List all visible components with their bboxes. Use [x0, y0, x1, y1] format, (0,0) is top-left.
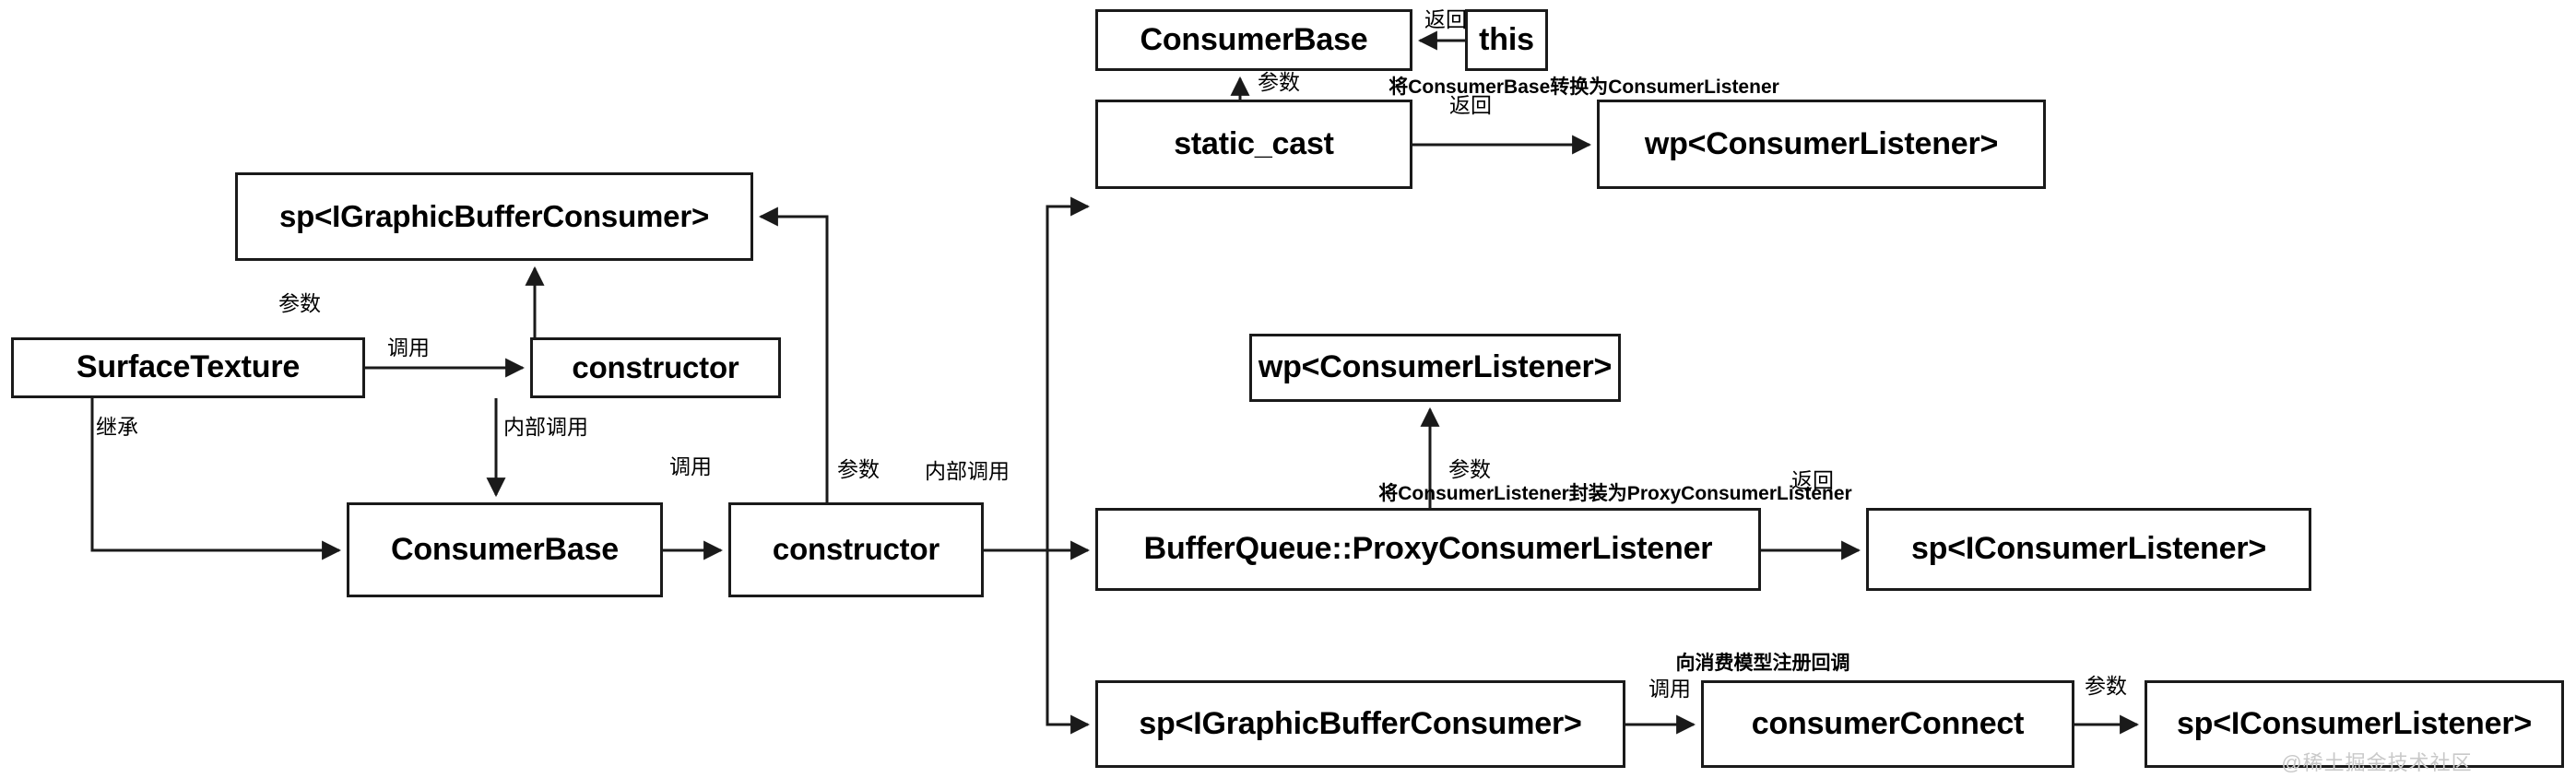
watermark: @稀土掘金技术社区: [2281, 751, 2473, 774]
diagram-canvas: ConsumerBase this sp<IGraphicBufferConsume…: [0, 0, 2576, 778]
note-note_connect: 向消费模型注册回调: [1675, 653, 1850, 674]
note-note_wrap: 将ConsumerListener封装为ProxyConsumerListene…: [1378, 483, 1852, 504]
node-consumerbase_top: ConsumerBase: [1095, 9, 1412, 71]
node-constructor_2: constructor: [728, 502, 984, 597]
edge-label-static_to_cb: 参数: [1258, 70, 1300, 94]
node-surfacetexture: SurfaceTexture: [11, 337, 365, 398]
edge-label-igbc_call: 调用: [1648, 677, 1691, 701]
edge-label-st_to_ctor1: 调用: [387, 336, 430, 360]
node-sp_igbc_bottom: sp<IGraphicBufferConsumer>: [1095, 680, 1625, 768]
node-wp_cl_mid: wp<ConsumerListener>: [1249, 334, 1621, 402]
node-sp_igbc_top: sp<IGraphicBufferConsumer>: [235, 172, 753, 261]
edge-label-proxy_param: 参数: [1448, 457, 1491, 481]
edge-label-this_to_cb: 返回: [1424, 7, 1467, 31]
edge-label-cb_to_ctor2: 调用: [669, 454, 712, 478]
note-note_cast: 将ConsumerBase转换为ConsumerListener: [1388, 77, 1779, 98]
edge-label-connect_param: 参数: [2085, 674, 2127, 698]
edge-label-ctor2_internal: 内部调用: [925, 459, 1010, 483]
node-proxy_listener: BufferQueue::ProxyConsumerListener: [1095, 508, 1761, 591]
edge-branch-to-spigbc-bottom: [1046, 550, 1091, 735]
node-consumerbase_left: ConsumerBase: [347, 502, 663, 597]
node-this: this: [1465, 9, 1548, 71]
node-sp_icl_mid: sp<IConsumerListener>: [1866, 508, 2311, 591]
node-static_cast: static_cast: [1095, 100, 1412, 189]
edge-label-ctor1_internal: 内部调用: [503, 415, 588, 439]
edge-label-static_to_wp: 返回: [1449, 93, 1492, 117]
edge-label-st_inherit: 继承: [96, 415, 138, 439]
edge-branch-to-staticcast: [1046, 196, 1091, 550]
node-wp_cl_top: wp<ConsumerListener>: [1597, 100, 2046, 189]
edge-label-ctor2_param: 参数: [837, 457, 880, 481]
node-constructor_1: constructor: [530, 337, 781, 398]
edge-label-sp_param_1: 参数: [278, 291, 321, 315]
node-consumerconnect: consumerConnect: [1701, 680, 2074, 768]
